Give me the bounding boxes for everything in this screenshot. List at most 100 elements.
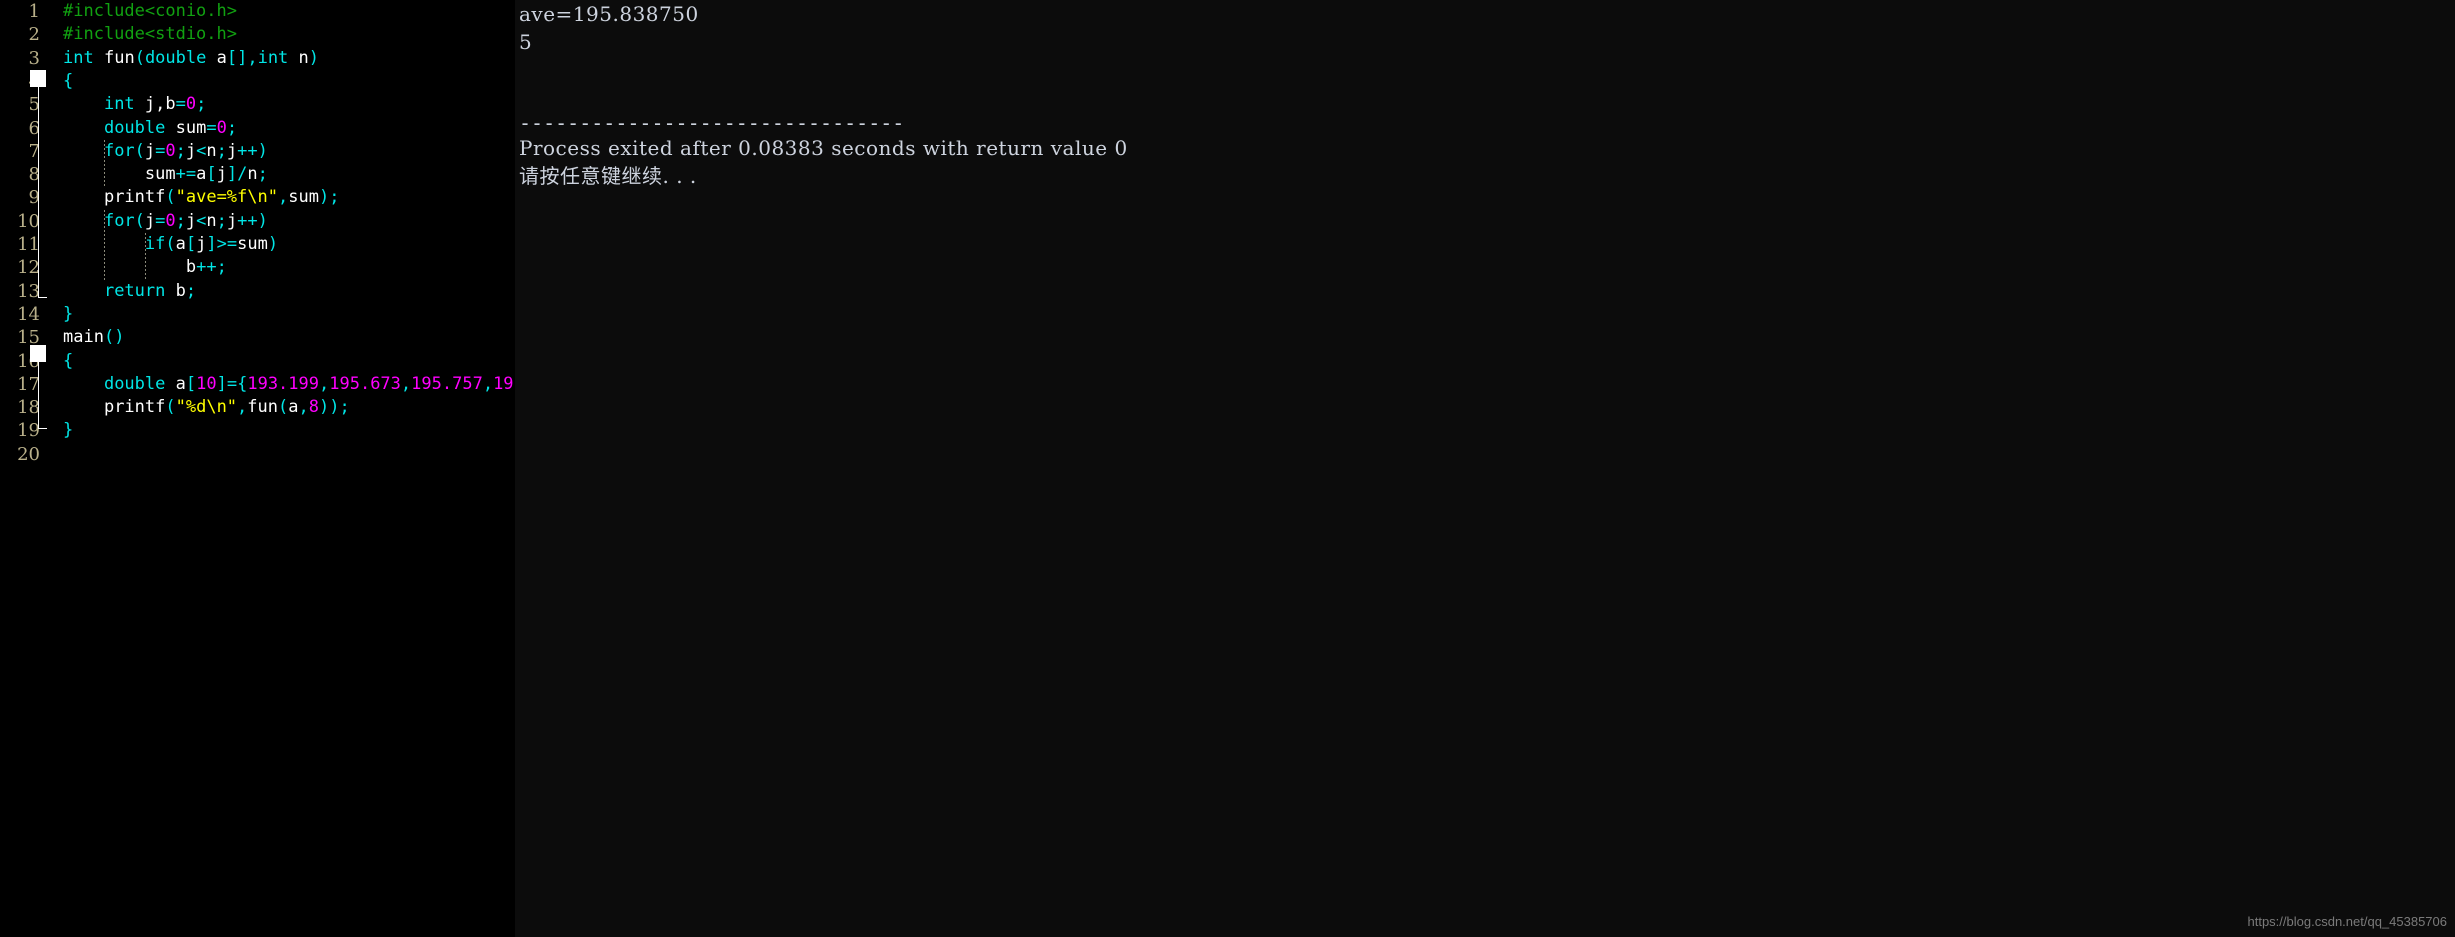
- code-token: ): [257, 140, 268, 161]
- code-token: ;: [175, 140, 186, 161]
- code-token: ;: [216, 257, 227, 278]
- code-line[interactable]: 8 sum+=a[j]/n;: [0, 163, 515, 186]
- code-token: j: [226, 210, 238, 231]
- code-editor-pane[interactable]: 1 #include<conio.h> 2 #include<stdio.h> 3 int…: [0, 0, 515, 937]
- code-line[interactable]: 1 #include<conio.h>: [0, 0, 515, 23]
- code-token: =: [155, 210, 166, 231]
- code-line[interactable]: 10 for(j=0;j<n;j++): [0, 210, 515, 233]
- code-token: ;: [196, 94, 207, 115]
- code-line[interactable]: 20: [0, 443, 515, 466]
- code-line[interactable]: 14}: [0, 303, 515, 326]
- code-line[interactable]: 17 double a[10]={193.199,195.673,195.757…: [0, 373, 515, 396]
- cursor-block-line-16: [30, 345, 46, 362]
- line-number: 18: [17, 397, 40, 419]
- code-line[interactable]: 3 int fun(double a[],int n): [0, 47, 515, 70]
- code-line[interactable]: 2 #include<stdio.h>: [0, 23, 515, 46]
- code-token: sum: [288, 187, 319, 208]
- code-line-text: double a[10]={193.199,195.673,195.757,19: [63, 373, 514, 396]
- line-number: 8: [28, 164, 40, 186]
- code-token: a: [175, 234, 186, 254]
- code-token: ,: [247, 47, 258, 68]
- code-line-text: #include<conio.h>: [63, 0, 237, 23]
- code-line[interactable]: 9 printf("ave=%f\n",sum);: [0, 186, 515, 209]
- code-line-text: printf("%d\n",fun(a,8));: [63, 396, 350, 419]
- code-line[interactable]: 19}: [0, 419, 515, 442]
- code-line-text: for(j=0;j<n;j++): [63, 210, 268, 233]
- code-token: j: [185, 210, 197, 231]
- console-line-blank-1: [519, 56, 1128, 84]
- code-token: j,b: [134, 94, 176, 115]
- blog-watermark: https://blog.csdn.net/qq_45385706: [2247, 914, 2448, 929]
- code-token: ]: [226, 164, 238, 185]
- code-line[interactable]: 6 double sum=0;: [0, 117, 515, 140]
- console-output-pane[interactable]: ave=195.838750 5 -----------------------…: [515, 0, 2455, 937]
- line-number: 13: [17, 280, 40, 302]
- console-line-exit-message: Process exited after 0.08383 seconds wit…: [519, 136, 1128, 160]
- code-token: (: [165, 187, 176, 208]
- console-line-average: ave=195.838750: [519, 2, 699, 26]
- code-token: j: [216, 164, 227, 185]
- code-token: double: [144, 47, 207, 68]
- code-token: (: [134, 140, 145, 161]
- line-number: 2: [28, 24, 40, 46]
- code-line-text: printf("ave=%f\n",sum);: [63, 186, 340, 209]
- code-token: ,: [482, 373, 494, 394]
- code-line-text: int j,b=0;: [63, 93, 206, 116]
- code-token: ): [319, 397, 330, 418]
- code-line[interactable]: 15 main(): [0, 326, 515, 349]
- code-token: }: [63, 420, 74, 441]
- code-token: ): [308, 47, 320, 68]
- code-line[interactable]: 4{: [0, 70, 515, 93]
- code-token: }: [63, 303, 74, 324]
- code-token: =: [206, 117, 217, 138]
- code-token: >=: [216, 234, 238, 254]
- line-number: 7: [28, 140, 40, 162]
- code-token: for: [103, 140, 135, 161]
- code-line[interactable]: 12 b++;: [0, 256, 515, 279]
- code-token: ;: [339, 397, 350, 418]
- code-token: (: [134, 210, 145, 231]
- code-editor-text-area[interactable]: 1 #include<conio.h> 2 #include<stdio.h> 3 int…: [0, 0, 515, 896]
- code-line[interactable]: 18 printf("%d\n",fun(a,8));: [0, 396, 515, 419]
- fold-guide-main-body-foot: [38, 428, 47, 429]
- code-token: int: [63, 47, 94, 68]
- code-token: 0: [165, 140, 176, 161]
- code-token: double: [103, 373, 166, 394]
- console-line-press-any-key: 请按任意键继续. . .: [519, 164, 697, 188]
- code-token: b: [165, 280, 186, 301]
- code-line-text: main(): [63, 326, 124, 349]
- code-line-text: if(a[j]>=sum): [63, 233, 278, 256]
- code-token: 8: [308, 397, 320, 418]
- line-number: 10: [17, 210, 40, 232]
- code-token: 0: [165, 210, 176, 231]
- code-line[interactable]: 7 for(j=0;j<n;j++): [0, 140, 515, 163]
- code-token: a: [165, 373, 186, 394]
- code-line[interactable]: 11 if(a[j]>=sum): [0, 233, 515, 256]
- code-token: a: [196, 164, 207, 185]
- code-line-text: }: [63, 303, 73, 326]
- code-token: [: [185, 373, 197, 394]
- code-token: ;: [226, 117, 238, 138]
- line-number: 11: [17, 234, 40, 255]
- code-token: if: [144, 234, 166, 254]
- code-token: j: [226, 140, 238, 161]
- code-line-text: return b;: [63, 280, 196, 303]
- code-token: double: [103, 117, 166, 138]
- code-token: n: [247, 164, 258, 185]
- code-line-text: int fun(double a[],int n): [63, 47, 319, 70]
- code-token: ++: [237, 210, 258, 231]
- code-line[interactable]: 13 return b;: [0, 280, 515, 303]
- code-token: return: [103, 280, 166, 301]
- code-token: j: [185, 140, 197, 161]
- fold-guide-fun-body: [38, 82, 39, 297]
- code-token: ,: [277, 187, 289, 208]
- code-line[interactable]: 5 int j,b=0;: [0, 93, 515, 116]
- code-token: 10: [196, 373, 217, 394]
- code-line[interactable]: 16{: [0, 350, 515, 373]
- console-line-blank-2: [519, 84, 1128, 112]
- cursor-block-line-4: [30, 70, 46, 87]
